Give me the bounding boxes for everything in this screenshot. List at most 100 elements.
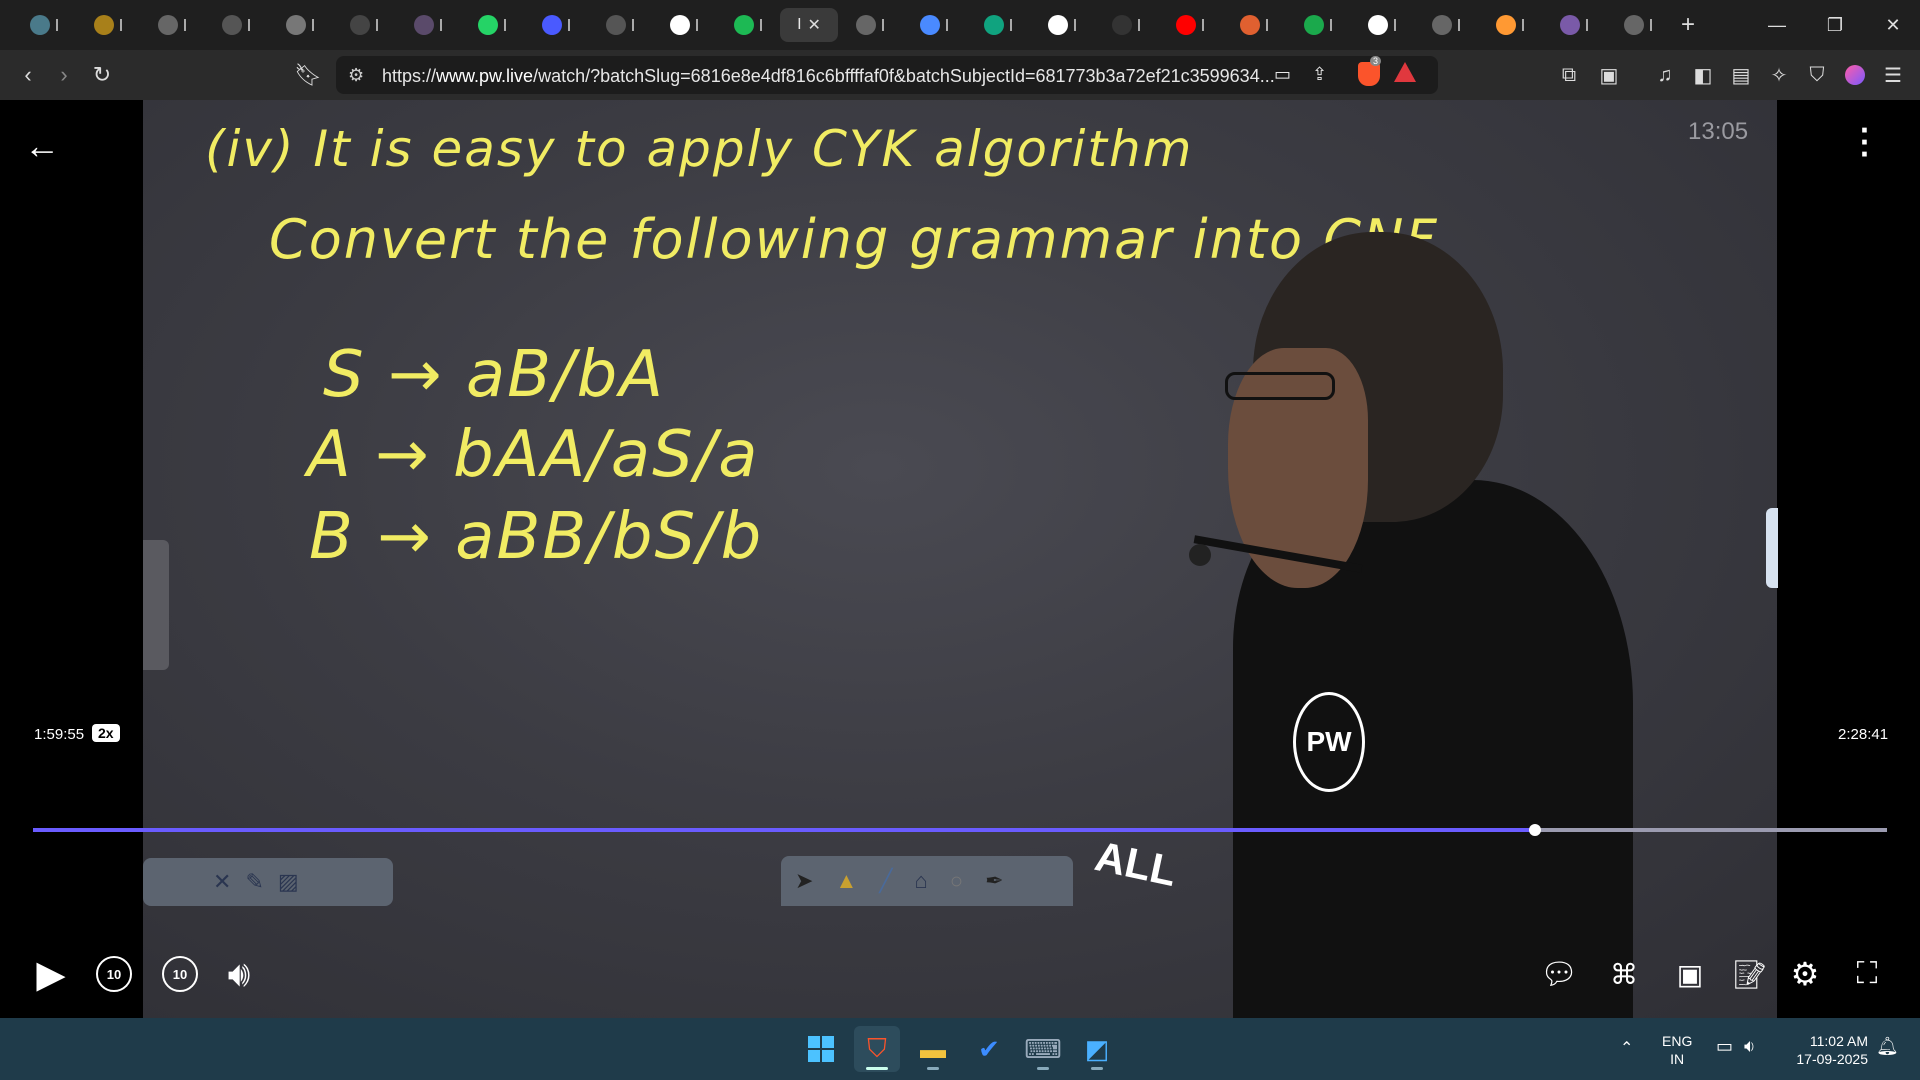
image-tool-icon[interactable]: ▨ bbox=[278, 869, 299, 895]
url-text[interactable]: https://www.pw.live/watch/?batchSlug=681… bbox=[382, 66, 1275, 87]
elapsed-time: 1:59:55 bbox=[34, 726, 85, 743]
cast-icon[interactable]: ▭ bbox=[1274, 64, 1291, 85]
notification-bell-icon[interactable]: 🔔︎ bbox=[1876, 1036, 1899, 1057]
taskbar-todo-icon[interactable]: ✔ bbox=[966, 1026, 1012, 1072]
vpn-icon[interactable]: ⛉ bbox=[1800, 50, 1834, 100]
network-icon[interactable]: ▭ bbox=[1716, 1036, 1733, 1057]
draw-tool-icon[interactable]: ✎ bbox=[245, 869, 263, 895]
taskbar-whiteboard-icon[interactable]: ◩ bbox=[1074, 1026, 1120, 1072]
highlighter-tool-icon[interactable]: ╱ bbox=[879, 868, 892, 894]
globe-icon bbox=[1432, 15, 1452, 35]
left-panel-handle[interactable] bbox=[143, 540, 169, 670]
new-tab-button[interactable]: + bbox=[1670, 8, 1706, 42]
forward-10-button[interactable]: 10 bbox=[162, 956, 198, 992]
browser-tab[interactable] bbox=[140, 8, 204, 42]
browser-tab[interactable] bbox=[204, 8, 268, 42]
browser-tab[interactable] bbox=[396, 8, 460, 42]
menu-icon[interactable]: ☰ bbox=[1876, 50, 1910, 100]
browser-tab[interactable] bbox=[588, 8, 652, 42]
notes-icon[interactable]: 📝︎ bbox=[1732, 956, 1768, 992]
leo-ai-icon[interactable]: ✧ bbox=[1762, 50, 1796, 100]
browser-tab[interactable] bbox=[1222, 8, 1286, 42]
reload-button[interactable]: ↻ bbox=[84, 50, 120, 100]
browser-tab[interactable] bbox=[524, 8, 588, 42]
restore-button[interactable]: ❐ bbox=[1806, 0, 1864, 50]
language-indicator[interactable]: ENG IN bbox=[1662, 1032, 1692, 1068]
start-button[interactable] bbox=[798, 1026, 844, 1072]
pen-tool-icon[interactable]: ▲ bbox=[835, 868, 857, 894]
more-options-icon[interactable]: · · · bbox=[1860, 114, 1871, 170]
sidebar-icon[interactable]: ◧ bbox=[1686, 50, 1720, 100]
close-window-button[interactable]: ✕ bbox=[1864, 0, 1920, 50]
chat-icon bbox=[30, 15, 50, 35]
taskbar-file-explorer-icon[interactable]: ▬ bbox=[910, 1026, 956, 1072]
browser-tab[interactable] bbox=[652, 8, 716, 42]
eraser-tool-icon[interactable]: ⌂ bbox=[914, 868, 927, 894]
youtube-icon bbox=[1176, 15, 1196, 35]
cursor-tool-icon[interactable]: ➤ bbox=[795, 868, 813, 894]
browser-tab[interactable] bbox=[1286, 8, 1350, 42]
annotation-toolbar-center: ➤ ▲ ╱ ⌂ ○ ✒ bbox=[781, 856, 1073, 906]
system-time: 11:02 AM bbox=[1809, 1033, 1868, 1049]
tab-separator bbox=[1330, 19, 1332, 31]
minimize-button[interactable]: — bbox=[1748, 0, 1806, 50]
browser-tab[interactable] bbox=[1030, 8, 1094, 42]
browser-tab[interactable] bbox=[268, 8, 332, 42]
translate-icon[interactable]: ⌘ bbox=[1604, 956, 1644, 992]
browser-tab[interactable] bbox=[1606, 8, 1670, 42]
play-icon[interactable]: ▶ bbox=[34, 952, 68, 996]
grammar-rule-a: A → bAA/aS/a bbox=[307, 418, 760, 492]
media-icon[interactable]: ♫ bbox=[1648, 50, 1682, 100]
board-line-2: Convert the following grammar into CNF bbox=[269, 208, 1439, 271]
pointer-tool-icon[interactable]: ✕ bbox=[213, 869, 231, 895]
address-bar[interactable]: ⚙︎ https://www.pw.live/watch/?batchSlug=… bbox=[336, 56, 1438, 94]
browser-tab[interactable] bbox=[838, 8, 902, 42]
fullscreen-icon[interactable]: ⛶ bbox=[1848, 956, 1886, 992]
marker-tool-icon[interactable]: ✒ bbox=[985, 868, 1003, 894]
browser-tab[interactable] bbox=[1350, 8, 1414, 42]
pip-icon[interactable]: ▣ bbox=[1670, 956, 1710, 992]
site-info-icon[interactable]: ⚙︎ bbox=[348, 65, 364, 86]
taskbar-brave-icon[interactable]: ⛉ bbox=[854, 1026, 900, 1072]
tab-close-icon[interactable]: ✕ bbox=[808, 15, 821, 35]
reader-mode-icon[interactable]: ▣ bbox=[1592, 50, 1626, 100]
seek-bar[interactable] bbox=[33, 824, 1887, 836]
right-panel-handle[interactable] bbox=[1766, 508, 1778, 588]
browser-tab[interactable] bbox=[1478, 8, 1542, 42]
browser-tab[interactable] bbox=[1542, 8, 1606, 42]
lasso-tool-icon[interactable]: ○ bbox=[950, 868, 963, 894]
browser-tab[interactable] bbox=[966, 8, 1030, 42]
tab-separator bbox=[696, 19, 698, 31]
share-icon[interactable]: ⇪ bbox=[1312, 64, 1327, 85]
browser-tab[interactable] bbox=[332, 8, 396, 42]
taskbar-keyboard-icon[interactable]: ⌨ bbox=[1020, 1026, 1066, 1072]
profile-icon[interactable] bbox=[1838, 50, 1872, 100]
forward-button[interactable]: › bbox=[46, 50, 82, 100]
chat-icon[interactable]: 💬︎ bbox=[1540, 956, 1578, 992]
rewind-10-button[interactable]: 10 bbox=[96, 956, 132, 992]
back-arrow-icon[interactable]: ← bbox=[24, 125, 60, 167]
back-button[interactable]: ‹ bbox=[10, 50, 46, 100]
bookmark-icon[interactable]: 🔖︎ bbox=[290, 50, 326, 100]
browser-tab[interactable] bbox=[1414, 8, 1478, 42]
speaker-icon[interactable]: 🔉︎ bbox=[1744, 1036, 1755, 1057]
ortip-icon bbox=[606, 15, 626, 35]
browser-tab[interactable] bbox=[1158, 8, 1222, 42]
tab-active[interactable]: I ✕ bbox=[780, 8, 838, 42]
browser-tab[interactable] bbox=[460, 8, 524, 42]
badge-icon bbox=[1560, 15, 1580, 35]
volume-icon[interactable]: 🔊︎ bbox=[214, 952, 264, 996]
browser-tab[interactable] bbox=[1094, 8, 1158, 42]
wallet-icon[interactable]: ▤ bbox=[1724, 50, 1758, 100]
browser-tab[interactable] bbox=[902, 8, 966, 42]
seek-bar-handle[interactable] bbox=[1528, 824, 1541, 836]
brave-rewards-icon[interactable] bbox=[1394, 62, 1416, 82]
show-hidden-icons-chevron[interactable]: ⌃ bbox=[1620, 1038, 1633, 1058]
settings-gear-icon[interactable]: ⚙ bbox=[1786, 956, 1824, 992]
extensions-icon[interactable]: ⧉ bbox=[1552, 50, 1586, 100]
browser-tab[interactable] bbox=[12, 8, 76, 42]
playback-speed-badge[interactable]: 2x bbox=[92, 724, 120, 742]
clock-area[interactable]: 11:02 AM 17-09-2025 bbox=[1782, 1032, 1868, 1068]
browser-tab[interactable] bbox=[76, 8, 140, 42]
browser-tab[interactable] bbox=[716, 8, 780, 42]
